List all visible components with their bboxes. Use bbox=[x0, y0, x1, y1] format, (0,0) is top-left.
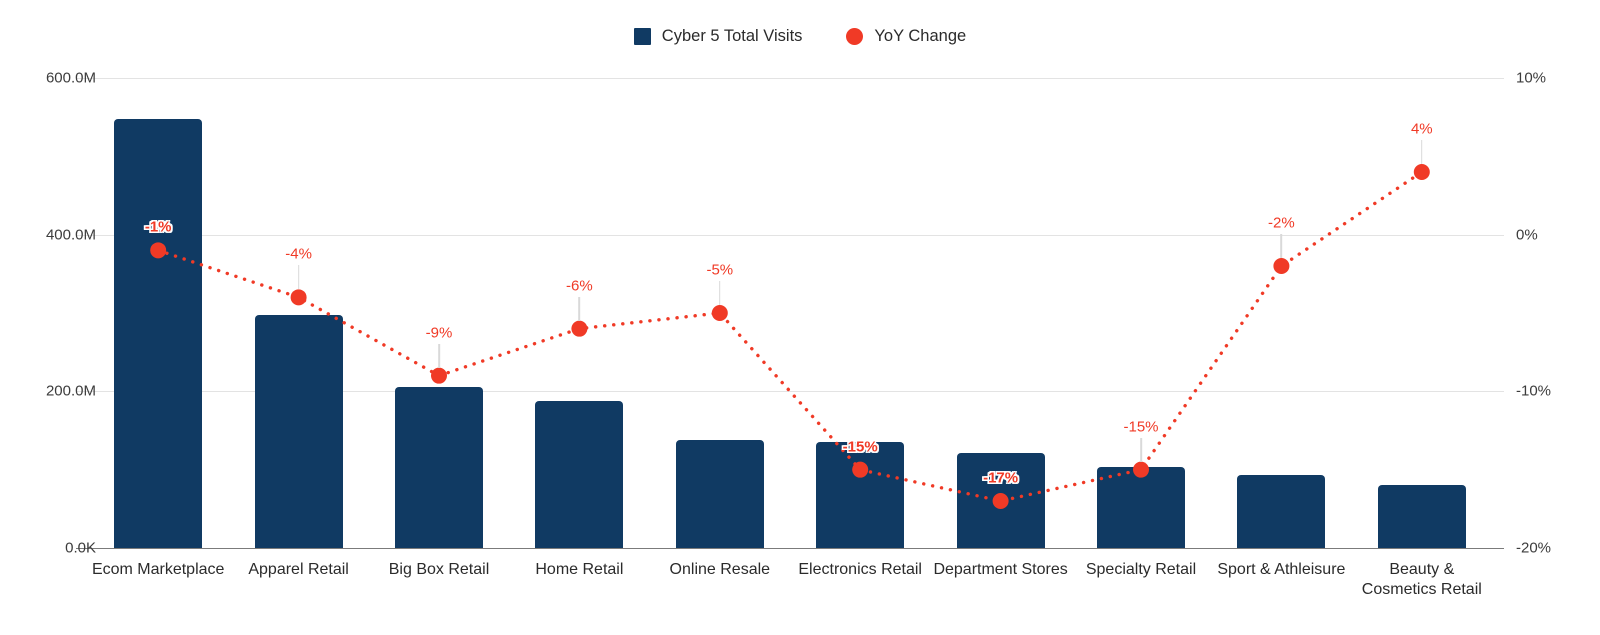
data-label: 4% bbox=[1410, 120, 1433, 138]
bar[interactable] bbox=[675, 439, 764, 548]
square-swatch-icon bbox=[633, 28, 651, 45]
bar[interactable] bbox=[1097, 467, 1185, 548]
data-label: -15% bbox=[1123, 418, 1159, 436]
data-label: -9% bbox=[425, 324, 453, 342]
right-axis-tick-label: -20% bbox=[1516, 539, 1552, 557]
bar[interactable] bbox=[1377, 485, 1466, 548]
bar[interactable] bbox=[1237, 475, 1326, 548]
label-leader-line bbox=[1280, 234, 1283, 258]
line-marker[interactable] bbox=[1273, 258, 1290, 274]
right-tick-mark bbox=[1492, 548, 1504, 549]
right-tick-mark bbox=[1492, 391, 1504, 393]
label-leader-line bbox=[297, 265, 300, 290]
bar[interactable] bbox=[254, 315, 343, 548]
line-marker[interactable] bbox=[1413, 164, 1430, 180]
category-label: Beauty & Cosmetics Retail bbox=[1361, 561, 1482, 598]
line-marker[interactable] bbox=[571, 320, 588, 337]
category-label: Home Retail bbox=[535, 561, 624, 578]
line-marker[interactable] bbox=[290, 289, 307, 306]
bar[interactable] bbox=[816, 442, 905, 548]
right-axis-tick-label: 0% bbox=[1516, 226, 1538, 244]
category-label: Ecom Marketplace bbox=[91, 561, 225, 578]
left-axis-tick-label: 0.0K bbox=[65, 539, 96, 557]
data-label: -6% bbox=[566, 277, 593, 295]
circle-swatch-icon bbox=[846, 28, 864, 45]
data-label: -5% bbox=[706, 261, 734, 279]
category-label: Specialty Retail bbox=[1085, 561, 1197, 578]
bar[interactable] bbox=[535, 400, 624, 548]
label-leader-line bbox=[719, 281, 721, 305]
left-axis-tick-label: 400.0M bbox=[45, 226, 96, 244]
left-axis-tick-label: 600.0M bbox=[45, 69, 96, 87]
chart-container: Cyber 5 Total Visits YoY Change -1% -4% -9… bbox=[0, 0, 1600, 635]
data-label: -15% bbox=[842, 438, 878, 456]
category-label: Sport & Athleisure bbox=[1217, 561, 1346, 578]
category-label: Online Resale bbox=[669, 561, 771, 578]
right-axis-tick-label: -10% bbox=[1516, 382, 1552, 400]
left-axis-tick-label: 200.0M bbox=[45, 382, 96, 400]
bar[interactable] bbox=[956, 453, 1045, 548]
data-label: -2% bbox=[1268, 214, 1295, 232]
chart-legend: Cyber 5 Total Visits YoY Change bbox=[0, 28, 1600, 45]
right-tick-mark bbox=[1492, 234, 1504, 236]
label-leader-line bbox=[1421, 140, 1423, 164]
right-tick-mark bbox=[1492, 78, 1504, 79]
line-marker[interactable] bbox=[431, 367, 447, 384]
line-marker[interactable] bbox=[711, 305, 728, 321]
plot-area: -1% -4% -9% -6% -5% -15% -17% -15% -2% 4% bbox=[76, 78, 1504, 549]
right-axis-tick-label: 10% bbox=[1516, 69, 1547, 87]
category-label: Apparel Retail bbox=[248, 561, 349, 578]
data-label: -17% bbox=[983, 469, 1019, 487]
data-label: -4% bbox=[285, 245, 312, 263]
category-label: Department Stores bbox=[933, 561, 1068, 578]
category-label: Big Box Retail bbox=[388, 561, 490, 578]
label-leader-line bbox=[578, 296, 581, 321]
gridline bbox=[88, 548, 1492, 549]
legend-label-bars: Cyber 5 Total Visits bbox=[661, 27, 803, 46]
category-label: Electronics Retail bbox=[798, 561, 922, 578]
legend-item-yoy-change[interactable]: YoY Change bbox=[846, 28, 966, 45]
bar[interactable] bbox=[114, 118, 203, 548]
label-leader-line bbox=[438, 343, 440, 368]
data-label: -1% bbox=[144, 218, 172, 236]
bar[interactable] bbox=[395, 387, 483, 548]
gridline bbox=[88, 78, 1492, 79]
yoy-dotted-line bbox=[156, 170, 1424, 503]
label-leader-line bbox=[1140, 437, 1142, 462]
legend-label-line: YoY Change bbox=[874, 27, 967, 46]
legend-item-cyber-5-total-visits[interactable]: Cyber 5 Total Visits bbox=[633, 27, 803, 46]
